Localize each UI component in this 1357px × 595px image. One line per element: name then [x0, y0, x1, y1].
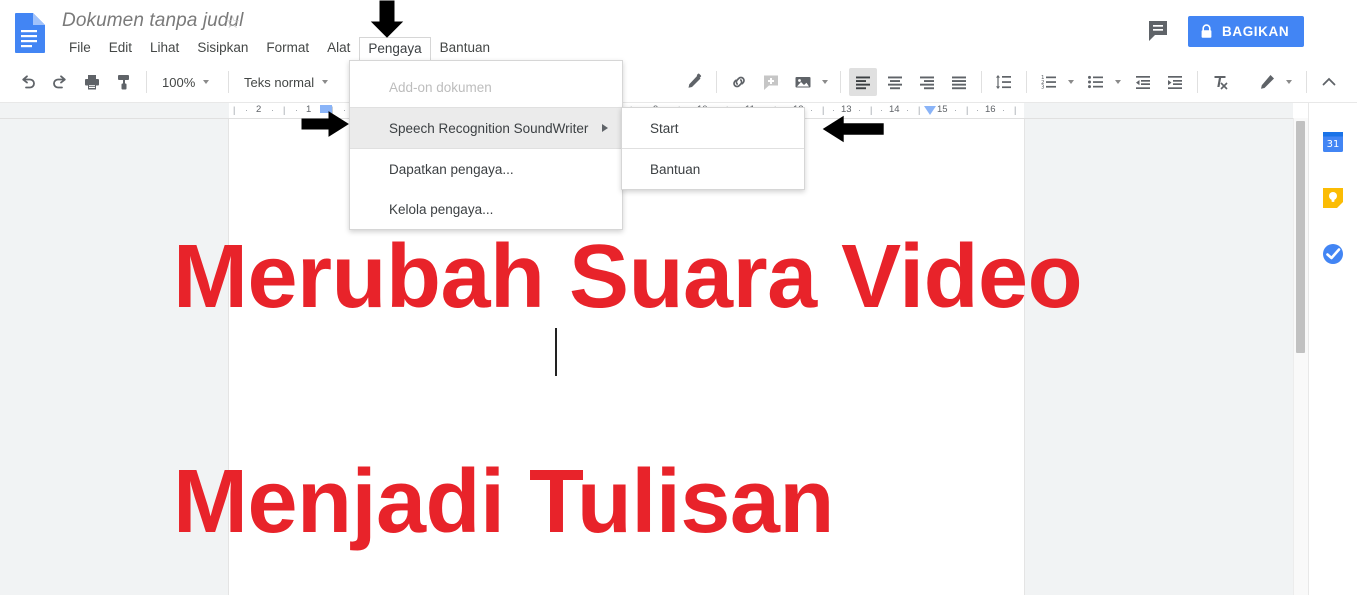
menu-sisipkan[interactable]: Sisipkan	[188, 37, 257, 60]
arrow-right-annotation	[301, 110, 349, 143]
edit-mode-pencil-icon[interactable]	[1253, 68, 1281, 96]
menu-bantuan[interactable]: Bantuan	[431, 37, 499, 60]
paragraph-style-dropdown[interactable]: Teks normal	[235, 68, 348, 96]
image-options-chevron-down-icon[interactable]	[822, 80, 828, 84]
google-docs-window: Dokumen tanpa judul ☆ File Edit Lihat Si…	[0, 0, 1357, 595]
submenu-item-start[interactable]: Start	[622, 108, 804, 148]
google-docs-icon	[12, 12, 46, 53]
comment-icon[interactable]	[1146, 18, 1170, 47]
scrollbar-thumb[interactable]	[1296, 121, 1305, 353]
increase-indent-icon[interactable]	[1161, 68, 1189, 96]
vertical-scrollbar[interactable]	[1293, 118, 1308, 595]
submenu-item-bantuan[interactable]: Bantuan	[622, 149, 804, 189]
share-button-label: BAGIKAN	[1222, 24, 1290, 39]
align-left-icon[interactable]	[849, 68, 877, 96]
undo-icon[interactable]	[14, 68, 42, 96]
style-value: Teks normal	[244, 74, 315, 90]
menu-item-dapatkan-pengaya[interactable]: Dapatkan pengaya...	[350, 149, 622, 189]
svg-text:3: 3	[1041, 85, 1045, 91]
menu-alat[interactable]: Alat	[318, 37, 359, 60]
menu-item-addon-dokumen: Add-on dokumen	[389, 79, 492, 95]
bulleted-list-chevron-down-icon[interactable]	[1115, 80, 1121, 84]
decrease-indent-icon[interactable]	[1129, 68, 1157, 96]
numbered-list-icon[interactable]: 123	[1035, 68, 1063, 96]
document-line-2: Menjadi Tulisan	[173, 452, 834, 552]
bulleted-list-icon[interactable]	[1082, 68, 1110, 96]
menu-item-kelola-pengaya[interactable]: Kelola pengaya...	[350, 189, 622, 229]
menu-bar: File Edit Lihat Sisipkan Format Alat Pen…	[60, 37, 499, 62]
google-keep-icon[interactable]	[1322, 187, 1344, 209]
line-spacing-icon[interactable]	[990, 68, 1018, 96]
align-right-icon[interactable]	[913, 68, 941, 96]
add-comment-icon[interactable]	[757, 68, 785, 96]
align-center-icon[interactable]	[881, 68, 909, 96]
toolbar: 100% Teks normal Arial	[0, 62, 1357, 103]
submenu-arrow-icon	[602, 124, 608, 132]
insert-link-icon[interactable]	[725, 68, 753, 96]
zoom-value: 100%	[162, 74, 196, 90]
lock-icon	[1200, 24, 1213, 39]
app-header: Dokumen tanpa judul ☆ File Edit Lihat Si…	[0, 0, 1357, 62]
document-title[interactable]: Dokumen tanpa judul	[62, 10, 243, 32]
insert-image-icon[interactable]	[789, 68, 817, 96]
menu-lihat[interactable]: Lihat	[141, 37, 188, 60]
print-icon[interactable]	[78, 68, 106, 96]
menu-item-speech-recognition-soundwriter[interactable]: Speech Recognition SoundWriter	[350, 108, 622, 148]
chevron-down-icon	[203, 80, 210, 84]
soundwriter-submenu: Start Bantuan	[621, 107, 805, 190]
star-outline-icon[interactable]: ☆	[225, 13, 240, 33]
arrow-left-annotation	[822, 115, 884, 148]
collapse-chevron-up-icon[interactable]	[1315, 68, 1343, 96]
menu-edit[interactable]: Edit	[100, 37, 141, 60]
pengaya-dropdown-menu: Add-on dokumen Speech Recognition SoundW…	[349, 60, 623, 230]
clear-formatting-icon[interactable]	[1206, 68, 1234, 96]
edit-mode-chevron-down-icon[interactable]	[1286, 80, 1292, 84]
side-panel: 31	[1308, 103, 1357, 595]
right-indent-marker[interactable]	[924, 106, 936, 115]
google-calendar-icon[interactable]: 31	[1322, 131, 1344, 153]
highlight-pen-icon[interactable]	[680, 68, 708, 96]
zoom-dropdown[interactable]: 100%	[153, 68, 222, 96]
google-tasks-icon[interactable]	[1322, 243, 1344, 265]
share-button[interactable]: BAGIKAN	[1188, 16, 1305, 47]
numbered-list-chevron-down-icon[interactable]	[1068, 80, 1074, 84]
chevron-down-icon	[322, 80, 329, 84]
align-justify-icon[interactable]	[945, 68, 973, 96]
paint-format-icon[interactable]	[110, 68, 138, 96]
arrow-down-annotation	[369, 0, 405, 43]
menu-file[interactable]: File	[60, 37, 100, 60]
redo-icon[interactable]	[46, 68, 74, 96]
text-caret	[555, 328, 557, 376]
svg-text:31: 31	[1327, 139, 1340, 150]
menu-format[interactable]: Format	[257, 37, 318, 60]
